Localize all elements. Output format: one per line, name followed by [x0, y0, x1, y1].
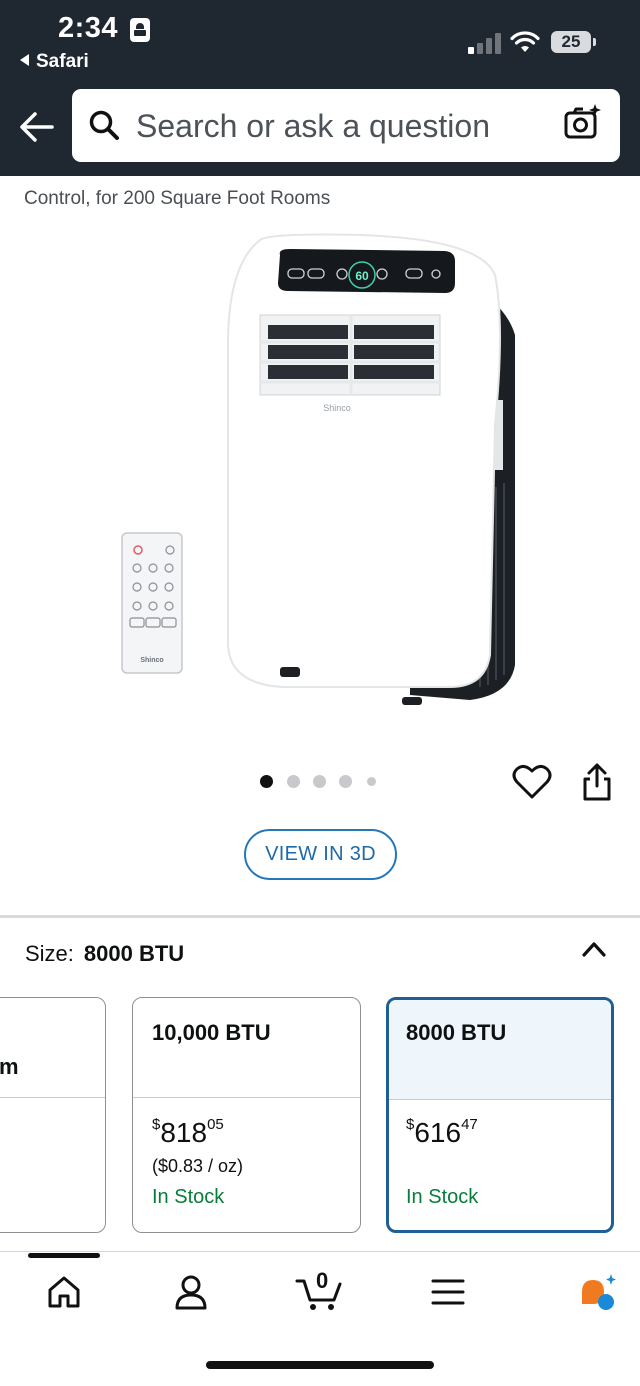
carousel-dot[interactable]	[367, 777, 376, 786]
home-icon[interactable]	[44, 1272, 84, 1312]
brand-logo: Shinco	[323, 403, 351, 413]
unit-price: ($0.83 / oz)	[152, 1156, 244, 1176]
back-app-label: Safari	[36, 51, 89, 72]
cart-count: 0	[316, 1268, 329, 1293]
menu-icon[interactable]	[428, 1272, 468, 1312]
status-time: 2:34	[58, 12, 119, 44]
size-option-card[interactable]: 10,000 BTU $81805 ($0.83 / oz) In Stock	[132, 997, 361, 1233]
section-divider	[0, 915, 640, 918]
selected-size-value: 8000 BTU	[83, 941, 185, 966]
chevron-up-icon[interactable]	[580, 937, 608, 961]
stock-status: In Stock	[152, 1186, 225, 1208]
home-indicator	[206, 1361, 434, 1369]
size-option-card-selected[interactable]: 8000 BTU $61647 In Stock	[386, 997, 614, 1233]
active-tab-indicator	[28, 1253, 100, 1258]
carousel-dot[interactable]	[313, 775, 326, 788]
search-placeholder: Search or ask a question	[136, 108, 490, 144]
carousel-dot[interactable]	[339, 775, 352, 788]
share-icon[interactable]	[578, 762, 616, 802]
battery-tip	[593, 38, 596, 46]
app-header: 2:34 Safari 25 Search or ask a question	[0, 0, 640, 176]
view-in-3d-button[interactable]: VIEW IN 3D	[244, 829, 397, 880]
battery-indicator: 25	[551, 31, 591, 53]
product-title: Control, for 200 Square Foot Rooms	[24, 188, 331, 209]
size-option-price: $81805	[152, 1116, 224, 1148]
size-option-name: m	[0, 1054, 19, 1079]
size-option-card[interactable]: m	[0, 997, 106, 1233]
heart-icon[interactable]	[512, 763, 552, 801]
size-option-name: 10,000 BTU	[152, 1020, 271, 1045]
display-temp: 60	[355, 269, 369, 283]
search-icon	[89, 110, 119, 140]
remote-brand-logo: Shinco	[140, 657, 163, 664]
back-to-app-link[interactable]: Safari	[20, 51, 89, 73]
size-option-top: 8000 BTU	[389, 1000, 611, 1100]
rufus-assistant-icon[interactable]	[578, 1272, 618, 1312]
size-option-top: m	[0, 998, 105, 1098]
size-option-name: 8000 BTU	[406, 1020, 507, 1045]
search-input[interactable]: Search or ask a question	[72, 89, 620, 162]
back-arrow-icon[interactable]	[18, 108, 56, 146]
size-selector-header[interactable]: Size: 8000 BTU	[25, 941, 184, 967]
product-image[interactable]: 60 Shinco Shinco	[110, 225, 530, 715]
camera-search-icon[interactable]	[563, 103, 603, 143]
carousel-dot[interactable]	[260, 775, 273, 788]
size-label: Size:	[25, 941, 74, 966]
back-triangle-icon	[20, 54, 29, 66]
carousel-dot[interactable]	[287, 775, 300, 788]
portrait-lock-icon	[130, 18, 150, 42]
size-option-price: $61647	[406, 1116, 478, 1148]
wifi-icon	[510, 31, 540, 52]
account-icon[interactable]	[171, 1272, 211, 1312]
stock-status: In Stock	[406, 1186, 479, 1208]
cellular-signal-icon	[468, 32, 502, 54]
size-option-top: 10,000 BTU	[133, 998, 360, 1098]
